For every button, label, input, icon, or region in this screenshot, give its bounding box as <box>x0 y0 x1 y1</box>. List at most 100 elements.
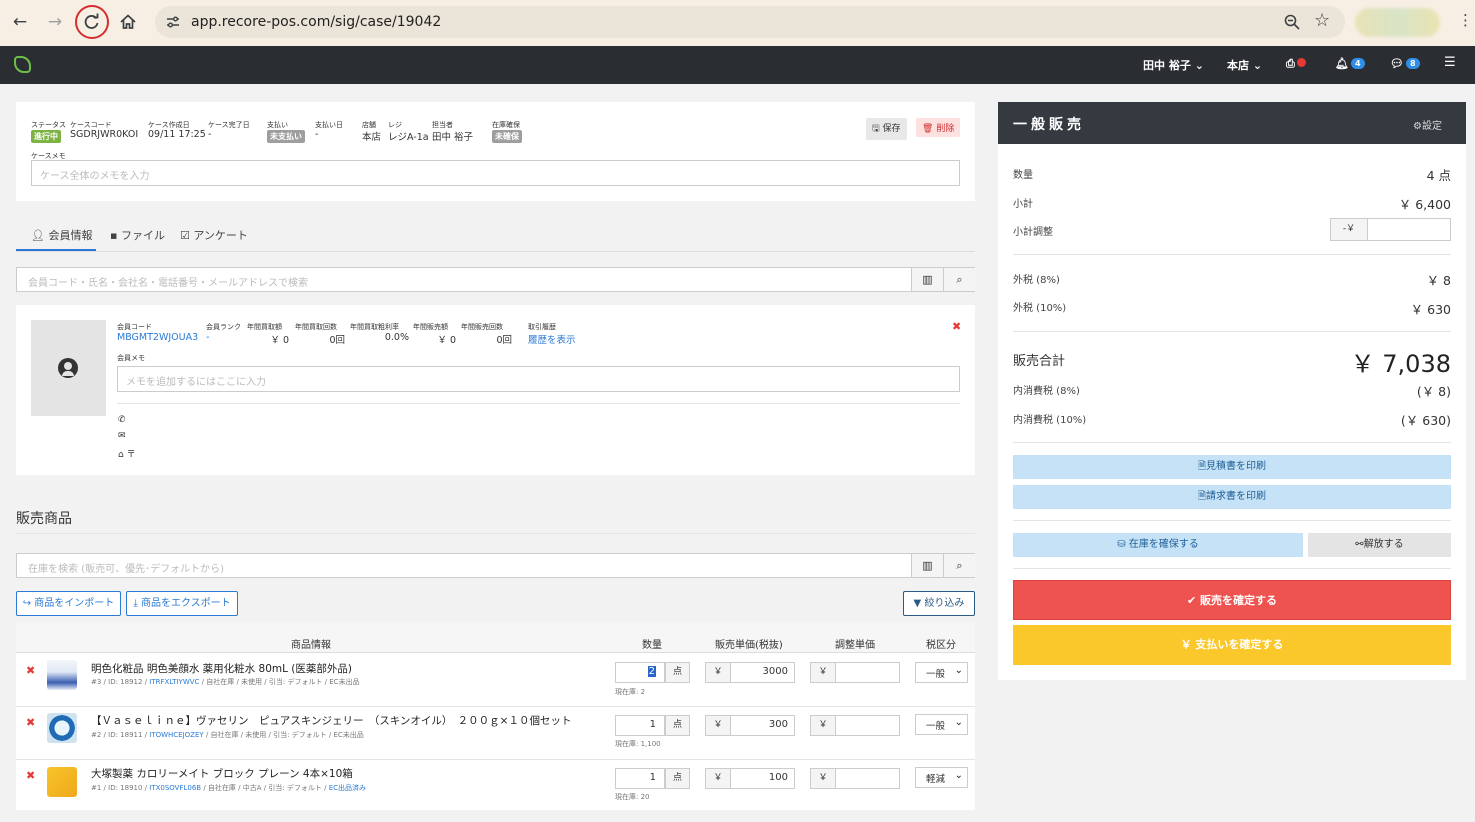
unit-addon: 点 <box>665 662 690 683</box>
tab-member-info[interactable]: 👤︎ 会員情報 <box>31 227 92 243</box>
tax-class-select[interactable]: 一般 ⌄ <box>915 714 968 735</box>
home-icon[interactable] <box>117 11 139 33</box>
completed-label: ケース完了日 <box>208 121 250 129</box>
address-bar[interactable]: app.recore-pos.com/sig/case/19042 ☆ <box>155 6 1345 38</box>
print-quote-label: 見積書を印刷 <box>1206 461 1267 472</box>
tax-class-select[interactable]: 軽減 ⌄ <box>915 767 968 788</box>
file-icon: ▪ <box>110 229 118 242</box>
product-code-link[interactable]: ITRFXLTIYWVC <box>149 678 199 686</box>
tabs-divider <box>16 251 975 252</box>
notifications-button[interactable]: 🔔︎ 4 <box>1335 57 1365 70</box>
release-label: 解放する <box>1363 539 1404 550</box>
barcode-icon[interactable]: ▥ <box>911 268 943 291</box>
site-settings-icon[interactable] <box>165 14 181 33</box>
member-code-link[interactable]: MBGMT2WJOUA3 <box>117 332 198 343</box>
settings-button[interactable]: ⚙設定 <box>1413 117 1442 132</box>
confirm-payment-button[interactable]: ￥ 支払いを確定する <box>1013 625 1451 665</box>
remove-item-icon[interactable]: ✖ <box>26 664 35 677</box>
tax-class-select[interactable]: 一般 ⌄ <box>915 662 968 683</box>
stock-search-input[interactable]: 在庫を検索 (販売可、優先･デフォルトから) <box>28 560 224 575</box>
import-label: 商品をインポート <box>34 598 115 609</box>
profile-chip[interactable] <box>1355 8 1440 37</box>
forward-arrow-icon[interactable]: → <box>44 11 66 33</box>
product-meta-prefix: #3 / ID: 18912 / <box>91 678 150 686</box>
remove-member-icon[interactable]: ✖ <box>952 320 961 333</box>
envelope-icon: ✉ <box>118 431 126 441</box>
postal-mark: 〒 <box>126 450 136 460</box>
back-arrow-icon[interactable]: ← <box>9 11 31 33</box>
printer-status[interactable]: ⎙ <box>1286 57 1306 71</box>
print-quote-button[interactable]: 🗎見積書を印刷 <box>1013 455 1451 479</box>
adjusted-price-input[interactable] <box>835 715 900 736</box>
chevron-down-icon: ⌄ <box>1252 59 1263 72</box>
unit-price-input[interactable]: 300 <box>730 715 795 736</box>
margin-value: 0.0% <box>384 332 409 343</box>
search-icon[interactable]: ⌕ <box>943 554 975 577</box>
sale-summary-panel: 一般販売 ⚙設定 数量 4 点 小計 ￥ 6,400 小計調整 -￥ 外税 (8… <box>998 102 1466 680</box>
tab-files[interactable]: ▪ ファイル <box>110 227 165 243</box>
ec-listed-link[interactable]: EC出品済み <box>329 784 366 792</box>
product-thumbnail <box>47 767 77 797</box>
quantity-input[interactable]: 1 <box>615 715 665 736</box>
product-code-link[interactable]: ITOWHCEJOZEY <box>149 731 203 739</box>
hamburger-menu-icon[interactable]: ☰ <box>1444 55 1456 70</box>
row-divider <box>16 759 975 760</box>
filter-icon: ▼ <box>913 598 922 609</box>
unit-price-value: 300 <box>768 719 788 730</box>
search-icon[interactable]: ⌕ <box>943 268 975 291</box>
barcode-icon[interactable]: ▥ <box>911 554 943 577</box>
status-badge: 進行中 <box>31 130 61 143</box>
download-icon: ⤓ <box>133 598 138 609</box>
adjusted-price-input[interactable] <box>835 662 900 683</box>
notification-count-badge: 4 <box>1350 58 1365 69</box>
confirm-payment-label: ￥ 支払いを確定する <box>1180 638 1284 651</box>
export-products-button[interactable]: ⤓ 商品をエクスポート <box>126 591 238 616</box>
print-invoice-button[interactable]: 🗎請求書を印刷 <box>1013 485 1451 509</box>
delete-button[interactable]: 🗑︎ 削除 <box>916 118 961 137</box>
product-name[interactable]: 大塚製薬 カロリーメイト ブロック プレーン 4本×10箱 <box>91 766 353 781</box>
history-link[interactable]: 履歴を表示 <box>528 332 576 346</box>
import-products-button[interactable]: ↪ 商品をインポート <box>16 591 121 616</box>
store-menu[interactable]: 本店 ⌄ <box>1227 57 1262 73</box>
summary-header: 一般販売 ⚙設定 <box>998 102 1466 144</box>
product-name[interactable]: 明色化粧品 明色美顔水 薬用化粧水 80mL (医薬部外品) <box>91 661 352 676</box>
confirm-sale-button[interactable]: ✔ 販売を確定する <box>1013 580 1451 620</box>
adjusted-price-input[interactable] <box>835 768 900 789</box>
zoom-icon[interactable] <box>1283 13 1301 34</box>
save-button[interactable]: 🖫 保存 <box>866 118 907 140</box>
reserve-stock-button[interactable]: ⛁ 在庫を確保する <box>1013 533 1303 557</box>
user-menu[interactable]: 田中 裕子 ⌄ <box>1143 57 1204 73</box>
filter-button[interactable]: ▼ 絞り込み <box>903 591 975 616</box>
divider <box>1013 442 1451 443</box>
remove-item-icon[interactable]: ✖ <box>26 769 35 782</box>
reload-icon[interactable] <box>81 11 103 33</box>
member-memo-placeholder: メモを追加するにはここに入力 <box>126 377 266 388</box>
product-name[interactable]: 【Ｖａｓｅｌｉｎｅ】ヴァセリン ピュアスキンジェリー （スキンオイル） ２００ｇ… <box>91 713 571 728</box>
tax10-label: 外税 (10%) <box>1013 303 1067 314</box>
member-search-input[interactable]: 会員コード・氏名・会社名・電話番号・メールアドレスで検索 <box>28 274 308 289</box>
app-logo-icon[interactable] <box>14 56 31 73</box>
col-quantity: 数量 <box>642 640 662 651</box>
bookmark-star-icon[interactable]: ☆ <box>1314 10 1330 31</box>
unit-price-input[interactable]: 100 <box>730 768 795 789</box>
sales-section-title: 販売商品 <box>16 511 72 527</box>
member-memo-input[interactable]: メモを追加するにはここに入力 <box>117 366 960 392</box>
browser-menu-icon[interactable]: ⋮ <box>1458 11 1473 29</box>
yen-addon: ￥ <box>810 662 836 683</box>
store-name: 本店 <box>1227 59 1249 72</box>
product-code-link[interactable]: ITX0SOVFL06B <box>149 784 201 792</box>
quantity-input[interactable]: 2 <box>615 662 665 683</box>
printer-icon: ⎙ <box>1286 57 1295 70</box>
unit-price-input[interactable]: 3000 <box>730 662 795 683</box>
case-memo-input[interactable]: ケース全体のメモを入力 <box>31 160 960 186</box>
tax10-value: ￥ 630 <box>1410 302 1451 317</box>
chevron-down-icon: ⌄ <box>954 665 963 676</box>
tab-survey[interactable]: ☑ アンケート <box>180 227 248 243</box>
unit-addon: 点 <box>665 715 690 736</box>
subtotal-adjust-input[interactable] <box>1367 218 1451 241</box>
remove-item-icon[interactable]: ✖ <box>26 716 35 729</box>
quantity-input[interactable]: 1 <box>615 768 665 789</box>
yen-addon: ￥ <box>705 662 731 683</box>
messages-button[interactable]: 💬︎ 8 <box>1390 57 1420 70</box>
release-button[interactable]: ⚯解放する <box>1308 533 1451 557</box>
